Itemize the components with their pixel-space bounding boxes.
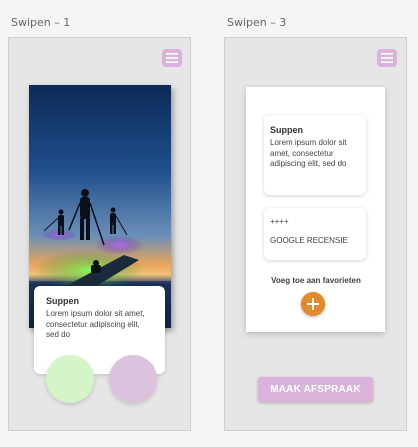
swipe-skip-button[interactable]	[109, 355, 157, 403]
frame-label-swipen-3: Swipen – 3	[227, 16, 287, 29]
add-favorite-button[interactable]	[301, 292, 325, 316]
artboard-swipen-1: Suppen Lorem ipsum dolor sit amet, conse…	[8, 37, 191, 431]
frame-label-swipen-1: Swipen – 1	[11, 16, 71, 29]
review-rating: ++++	[270, 217, 289, 226]
card-description: Lorem ipsum dolor sit amet, consectetur …	[46, 309, 145, 339]
card-title: Suppen	[46, 296, 79, 306]
plus-icon	[307, 298, 319, 310]
detail-panel: Suppen Lorem ipsum dolor sit amet, conse…	[246, 87, 385, 332]
hamburger-icon	[166, 53, 178, 63]
favorites-label: Voeg toe aan favorieten	[271, 276, 361, 285]
hamburger-icon	[381, 53, 393, 63]
card-title: Suppen	[270, 125, 303, 135]
swipe-like-button[interactable]	[46, 355, 94, 403]
card-description: Lorem ipsum dolor sit amet, consectetur …	[270, 138, 347, 168]
make-appointment-button[interactable]: MAAK AFSPRAAK	[258, 377, 373, 402]
google-review-card[interactable]: ++++ GOOGLE RECENSIE	[264, 208, 366, 260]
artboard-swipen-3: Suppen Lorem ipsum dolor sit amet, conse…	[224, 37, 407, 431]
menu-button[interactable]	[162, 49, 182, 67]
activity-card[interactable]: Suppen Lorem ipsum dolor sit amet, conse…	[264, 115, 366, 195]
review-label: GOOGLE RECENSIE	[270, 235, 348, 245]
menu-button[interactable]	[377, 49, 397, 67]
